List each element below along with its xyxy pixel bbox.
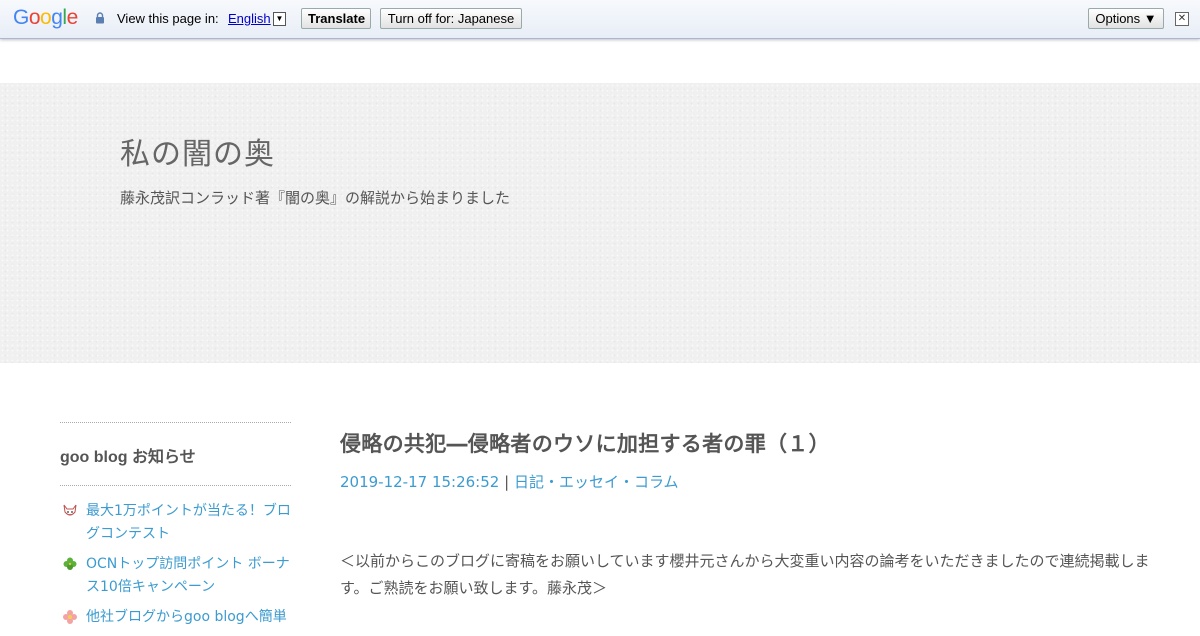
- sidebar: goo blog お知らせ 最大1万ポイントが当たる！ブログコンテスト OCNト…: [60, 422, 291, 636]
- news-link[interactable]: 他社ブログからgoo blogへ簡単: [86, 609, 287, 625]
- language-select-link[interactable]: English: [228, 11, 271, 26]
- lock-icon: [96, 12, 104, 24]
- translate-bar: Google View this page in: English ▼ Tran…: [0, 0, 1200, 39]
- translate-button[interactable]: Translate: [301, 8, 371, 29]
- chevron-down-icon[interactable]: ▼: [273, 12, 286, 26]
- google-logo: Google: [13, 6, 78, 29]
- list-item: OCNトップ訪問ポイント ボーナス10倍キャンペーン: [60, 553, 291, 599]
- fox-icon: [63, 504, 77, 516]
- list-item: 最大1万ポイントが当たる！ブログコンテスト: [60, 500, 291, 546]
- clover-icon: [63, 557, 77, 570]
- options-button[interactable]: Options ▼: [1088, 8, 1164, 29]
- view-page-label: View this page in:: [117, 11, 219, 26]
- post-body: ＜以前からこのブログに寄稿をお願いしています櫻井元さんから大変重い内容の論考をい…: [340, 552, 1150, 597]
- news-link[interactable]: OCNトップ訪問ポイント ボーナス10倍キャンペーン: [86, 556, 290, 595]
- news-list: 最大1万ポイントが当たる！ブログコンテスト OCNトップ訪問ポイント ボーナス1…: [60, 486, 291, 629]
- blog-title[interactable]: 私の闇の奥: [120, 129, 275, 173]
- post-title[interactable]: 侵略の共犯―侵略者のウソに加担する者の罪（１）: [340, 428, 1150, 458]
- blog-post: 侵略の共犯―侵略者のウソに加担する者の罪（１） 2019-12-17 15:26…: [340, 428, 1150, 602]
- turn-off-translate-button[interactable]: Turn off for: Japanese: [380, 8, 522, 29]
- list-item: 他社ブログからgoo blogへ簡単: [60, 606, 291, 629]
- flower-icon: [63, 610, 77, 624]
- meta-separator: |: [504, 473, 510, 491]
- sidebar-heading: goo blog お知らせ: [60, 449, 196, 466]
- news-link[interactable]: 最大1万ポイントが当たる！ブログコンテスト: [86, 503, 291, 542]
- header-banner: 私の闇の奥 藤永茂訳コンラッド著『闇の奥』の解説から始まりました: [0, 83, 1200, 363]
- post-meta: 2019-12-17 15:26:52 | 日記・エッセイ・コラム: [340, 471, 1150, 492]
- post-date[interactable]: 2019-12-17 15:26:52: [340, 473, 499, 491]
- post-category-link[interactable]: 日記・エッセイ・コラム: [514, 473, 679, 491]
- blog-description: 藤永茂訳コンラッド著『闇の奥』の解説から始まりました: [120, 189, 511, 207]
- close-icon[interactable]: ✕: [1175, 12, 1189, 26]
